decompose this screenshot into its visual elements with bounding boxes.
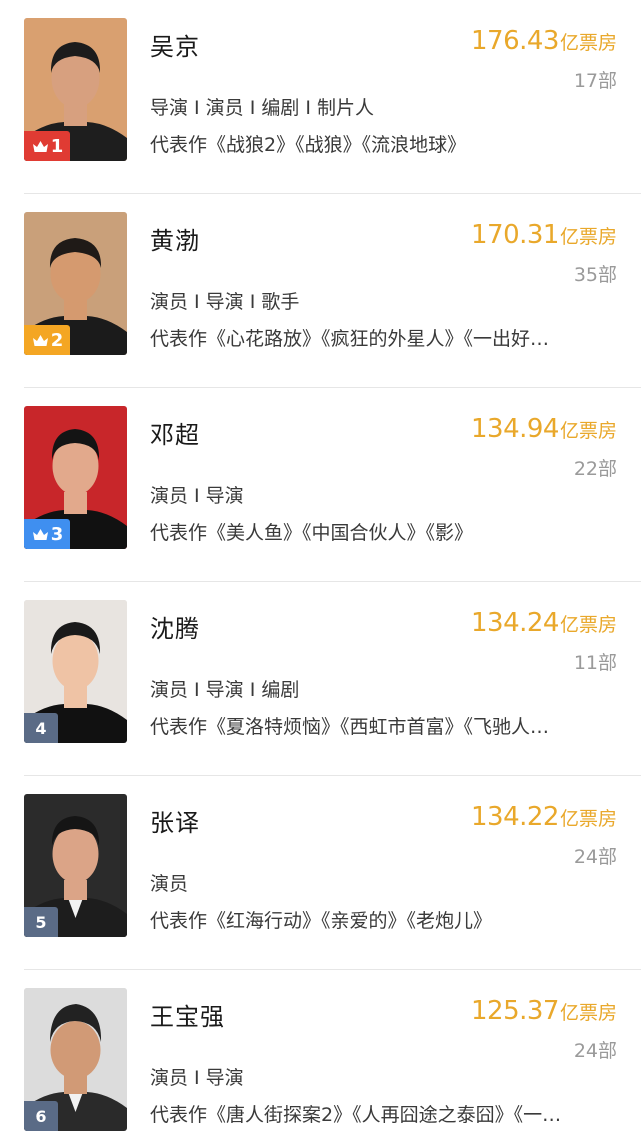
avatar: 4: [24, 600, 127, 743]
box-office-total: 134.94 亿票房: [471, 414, 617, 444]
avatar: 1: [24, 18, 127, 161]
film-count: 24部: [573, 846, 617, 868]
list-item[interactable]: 5 张译 134.22 亿票房 24部 演员 代表作《红海行动》《亲爱的》《老炮…: [0, 776, 641, 970]
representative-works: 代表作《战狼2》《战狼》《流浪地球》: [150, 134, 467, 156]
representative-works: 代表作《唐人街探案2》《人再囧途之泰囧》《一…: [150, 1104, 562, 1126]
film-count: 35部: [573, 264, 617, 286]
rank-number: 6: [35, 1106, 47, 1126]
box-office-total: 176.43 亿票房: [471, 26, 617, 56]
box-office-total: 170.31 亿票房: [471, 220, 617, 250]
list-item[interactable]: 6 王宝强 125.37 亿票房 24部 演员 I 导演 代表作《唐人街探案2》…: [0, 970, 641, 1144]
rank-badge: 6: [24, 1101, 58, 1131]
crown-icon: [32, 140, 48, 152]
roles-text: 演员 I 导演: [150, 485, 244, 507]
box-office-amount: 125.37: [471, 996, 559, 1026]
avatar: 2: [24, 212, 127, 355]
film-count: 11部: [573, 652, 617, 674]
person-name: 黄渤: [150, 227, 200, 255]
film-count: 17部: [573, 70, 617, 92]
avatar: 5: [24, 794, 127, 937]
box-office-unit: 亿票房: [559, 420, 617, 442]
box-office-unit: 亿票房: [559, 32, 617, 54]
box-office-ranking-list: 1 吴京 176.43 亿票房 17部 导演 I 演员 I 编剧 I 制片人 代…: [0, 0, 641, 1144]
roles-text: 演员 I 导演 I 编剧: [150, 679, 300, 701]
person-name: 邓超: [150, 421, 200, 449]
box-office-total: 134.22 亿票房: [471, 802, 617, 832]
box-office-total: 134.24 亿票房: [471, 608, 617, 638]
list-item[interactable]: 2 黄渤 170.31 亿票房 35部 演员 I 导演 I 歌手 代表作《心花路…: [0, 194, 641, 388]
box-office-amount: 134.22: [471, 802, 559, 832]
representative-works: 代表作《红海行动》《亲爱的》《老炮儿》: [150, 910, 493, 932]
rank-number: 4: [35, 718, 47, 738]
person-name: 吴京: [150, 33, 200, 61]
rank-number: 2: [50, 329, 64, 351]
box-office-unit: 亿票房: [559, 1002, 617, 1024]
box-office-unit: 亿票房: [559, 614, 617, 636]
box-office-amount: 176.43: [471, 26, 559, 56]
box-office-amount: 134.94: [471, 414, 559, 444]
roles-text: 导演 I 演员 I 编剧 I 制片人: [150, 97, 375, 119]
film-count: 24部: [573, 1040, 617, 1062]
box-office-total: 125.37 亿票房: [471, 996, 617, 1026]
rank-badge: 2: [24, 325, 70, 355]
rank-number: 5: [35, 912, 47, 932]
roles-text: 演员 I 导演 I 歌手: [150, 291, 300, 313]
list-item[interactable]: 3 邓超 134.94 亿票房 22部 演员 I 导演 代表作《美人鱼》《中国合…: [0, 388, 641, 582]
rank-badge: 3: [24, 519, 70, 549]
box-office-unit: 亿票房: [559, 226, 617, 248]
avatar: 6: [24, 988, 127, 1131]
box-office-unit: 亿票房: [559, 808, 617, 830]
rank-badge: 4: [24, 713, 58, 743]
person-name: 王宝强: [150, 1003, 225, 1031]
person-name: 沈腾: [150, 615, 200, 643]
crown-icon: [32, 528, 48, 540]
roles-text: 演员 I 导演: [150, 1067, 244, 1089]
rank-badge: 5: [24, 907, 58, 937]
box-office-amount: 170.31: [471, 220, 559, 250]
person-name: 张译: [150, 809, 200, 837]
rank-badge: 1: [24, 131, 70, 161]
box-office-amount: 134.24: [471, 608, 559, 638]
rank-number: 3: [50, 523, 64, 545]
list-item[interactable]: 1 吴京 176.43 亿票房 17部 导演 I 演员 I 编剧 I 制片人 代…: [0, 0, 641, 194]
crown-icon: [32, 334, 48, 346]
rank-number: 1: [50, 135, 64, 157]
representative-works: 代表作《心花路放》《疯狂的外星人》《一出好…: [150, 328, 550, 350]
roles-text: 演员: [150, 873, 189, 895]
film-count: 22部: [573, 458, 617, 480]
representative-works: 代表作《美人鱼》《中国合伙人》《影》: [150, 522, 474, 544]
representative-works: 代表作《夏洛特烦恼》《西虹市首富》《飞驰人…: [150, 716, 550, 738]
avatar: 3: [24, 406, 127, 549]
list-item[interactable]: 4 沈腾 134.24 亿票房 11部 演员 I 导演 I 编剧 代表作《夏洛特…: [0, 582, 641, 776]
